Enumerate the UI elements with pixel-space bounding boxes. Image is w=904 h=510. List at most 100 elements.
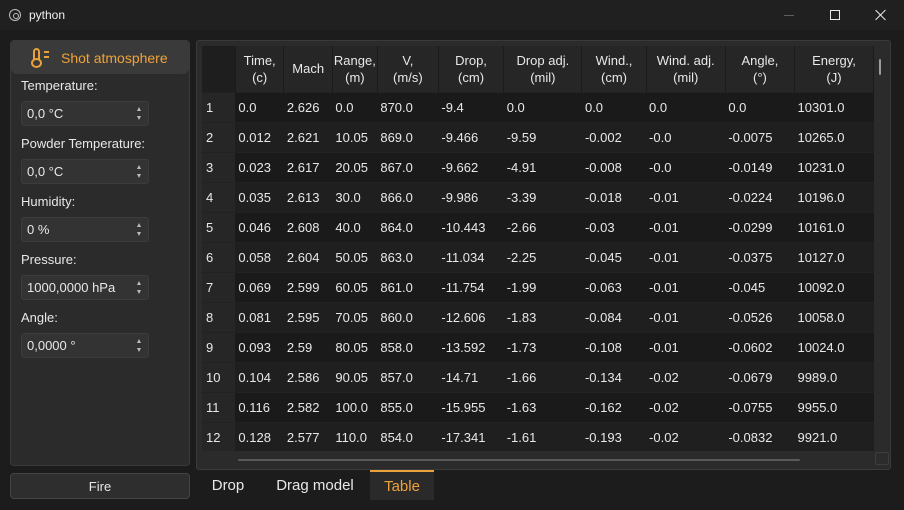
table-cell[interactable]: 40.0 — [332, 211, 378, 242]
table-cell[interactable]: -2.66 — [503, 211, 582, 242]
table-cell[interactable]: -0.162 — [581, 391, 647, 422]
table-cell[interactable]: -10.443 — [438, 211, 504, 242]
table-cell[interactable]: -0.0 — [646, 151, 726, 182]
table-cell[interactable]: -0.0375 — [725, 241, 795, 272]
table-cell[interactable]: -1.99 — [503, 271, 582, 302]
table-cell[interactable]: 2.59 — [283, 331, 333, 362]
table-cell[interactable]: -0.193 — [581, 421, 647, 451]
table-cell[interactable]: -0.045 — [581, 241, 647, 272]
table-row[interactable]: 5 0.046 2.608 40.0 864.0 -10.443 -2.66 -0.03 -0.… — [202, 211, 874, 242]
table-cell[interactable]: -0.01 — [646, 241, 726, 272]
vertical-scroll-thumb[interactable] — [879, 59, 881, 75]
table-cell[interactable]: -0.134 — [581, 361, 647, 392]
table-cell[interactable]: -0.01 — [646, 331, 726, 362]
column-header[interactable]: Range, (m) — [332, 46, 378, 92]
column-header[interactable]: Drop, (cm) — [438, 46, 505, 92]
table-cell[interactable]: -17.341 — [438, 421, 504, 451]
table-cell[interactable]: 50.05 — [332, 241, 378, 272]
table-cell[interactable]: -0.0526 — [725, 301, 795, 332]
row-header[interactable]: 9 — [202, 331, 236, 362]
table-cell[interactable]: -0.063 — [581, 271, 647, 302]
table-cell[interactable]: 0.116 — [235, 391, 284, 422]
table-row[interactable]: 11 0.116 2.582 100.0 855.0 -15.955 -1.63 -0.162… — [202, 391, 874, 422]
table-cell[interactable]: -0.03 — [581, 211, 647, 242]
table-cell[interactable]: -1.61 — [503, 421, 582, 451]
table-cell[interactable]: 0.023 — [235, 151, 284, 182]
table-cell[interactable]: -0.0299 — [725, 211, 795, 242]
shot-atmosphere-header[interactable]: Shot atmosphere — [11, 41, 189, 74]
table-cell[interactable]: 866.0 — [377, 181, 439, 212]
table-cell[interactable]: -0.108 — [581, 331, 647, 362]
close-button[interactable] — [858, 0, 904, 30]
table-cell[interactable]: -9.4 — [438, 91, 504, 122]
table-cell[interactable]: 0.0 — [503, 91, 582, 122]
table-row[interactable]: 4 0.035 2.613 30.0 866.0 -9.986 -3.39 -0.018 -0.… — [202, 181, 874, 212]
table-cell[interactable]: 2.626 — [283, 91, 333, 122]
table-cell[interactable]: 855.0 — [377, 391, 439, 422]
table-cell[interactable]: 854.0 — [377, 421, 439, 451]
column-header[interactable]: Angle, (°) — [725, 46, 796, 92]
table-cell[interactable]: -0.0224 — [725, 181, 795, 212]
table-cell[interactable]: -1.73 — [503, 331, 582, 362]
table-cell[interactable]: 20.05 — [332, 151, 378, 182]
table-cell[interactable]: 2.608 — [283, 211, 333, 242]
table-cell[interactable]: 0.081 — [235, 301, 284, 332]
table-cell[interactable]: 0.0 — [725, 91, 795, 122]
table-cell[interactable]: 9921.0 — [794, 421, 874, 451]
table-row[interactable]: 1 0.0 2.626 0.0 870.0 -9.4 0.0 0.0 0.0 0.0 10301.0 — [202, 91, 874, 122]
column-header[interactable]: Energy, (J) — [794, 46, 874, 92]
table-cell[interactable]: -0.0755 — [725, 391, 795, 422]
row-header[interactable]: 7 — [202, 271, 236, 302]
table-cell[interactable]: 870.0 — [377, 91, 439, 122]
table-cell[interactable]: -0.018 — [581, 181, 647, 212]
horizontal-scrollbar[interactable] — [202, 452, 874, 464]
table-cell[interactable]: 10.05 — [332, 121, 378, 152]
table-cell[interactable]: -4.91 — [503, 151, 582, 182]
column-header[interactable]: Wind. adj. (mil) — [646, 46, 726, 92]
row-header[interactable]: 11 — [202, 391, 236, 422]
table-cell[interactable]: -0.02 — [646, 361, 726, 392]
maximize-button[interactable] — [812, 0, 858, 30]
table-cell[interactable]: 10127.0 — [794, 241, 874, 272]
table-cell[interactable]: 10161.0 — [794, 211, 874, 242]
trajectory-table-viewport[interactable]: Time, (c) Mach Range, (m) V, (m/s) Drop, (cm… — [202, 46, 874, 451]
tab-table[interactable]: Table — [370, 470, 434, 500]
table-cell[interactable]: 2.604 — [283, 241, 333, 272]
table-cell[interactable]: -0.084 — [581, 301, 647, 332]
table-cell[interactable]: 9989.0 — [794, 361, 874, 392]
temperature-spinbox[interactable]: 0,0 °C — [21, 101, 149, 126]
table-cell[interactable]: 864.0 — [377, 211, 439, 242]
table-cell[interactable]: 0.0 — [581, 91, 647, 122]
table-cell[interactable]: 80.05 — [332, 331, 378, 362]
table-cell[interactable]: 10196.0 — [794, 181, 874, 212]
row-header[interactable]: 2 — [202, 121, 236, 152]
table-cell[interactable]: 2.577 — [283, 421, 333, 451]
row-header[interactable]: 5 — [202, 211, 236, 242]
table-cell[interactable]: 0.0 — [646, 91, 726, 122]
table-cell[interactable]: 869.0 — [377, 121, 439, 152]
table-cell[interactable]: 0.012 — [235, 121, 284, 152]
table-cell[interactable]: 10058.0 — [794, 301, 874, 332]
table-row[interactable]: 2 0.012 2.621 10.05 869.0 -9.466 -9.59 -0.002 -0… — [202, 121, 874, 152]
row-header[interactable]: 8 — [202, 301, 236, 332]
table-cell[interactable]: 867.0 — [377, 151, 439, 182]
table-cell[interactable]: 90.05 — [332, 361, 378, 392]
table-cell[interactable]: -1.66 — [503, 361, 582, 392]
column-header[interactable]: Wind., (cm) — [581, 46, 647, 92]
table-cell[interactable]: 857.0 — [377, 361, 439, 392]
humidity-spinbox[interactable]: 0 % — [21, 217, 149, 242]
table-cell[interactable]: 2.595 — [283, 301, 333, 332]
table-cell[interactable]: -1.63 — [503, 391, 582, 422]
column-header[interactable]: Time, (c) — [235, 46, 285, 92]
table-cell[interactable]: -9.986 — [438, 181, 504, 212]
table-row[interactable]: 3 0.023 2.617 20.05 867.0 -9.662 -4.91 -0.008 -0… — [202, 151, 874, 182]
row-header[interactable]: 3 — [202, 151, 236, 182]
table-row[interactable]: 8 0.081 2.595 70.05 860.0 -12.606 -1.83 -0.084-… — [202, 301, 874, 332]
row-header[interactable]: 10 — [202, 361, 236, 392]
table-cell[interactable]: 860.0 — [377, 301, 439, 332]
table-cell[interactable]: -3.39 — [503, 181, 582, 212]
table-cell[interactable]: 10231.0 — [794, 151, 874, 182]
table-cell[interactable]: 0.104 — [235, 361, 284, 392]
spin-arrows-icon[interactable] — [136, 164, 142, 180]
table-cell[interactable]: 60.05 — [332, 271, 378, 302]
